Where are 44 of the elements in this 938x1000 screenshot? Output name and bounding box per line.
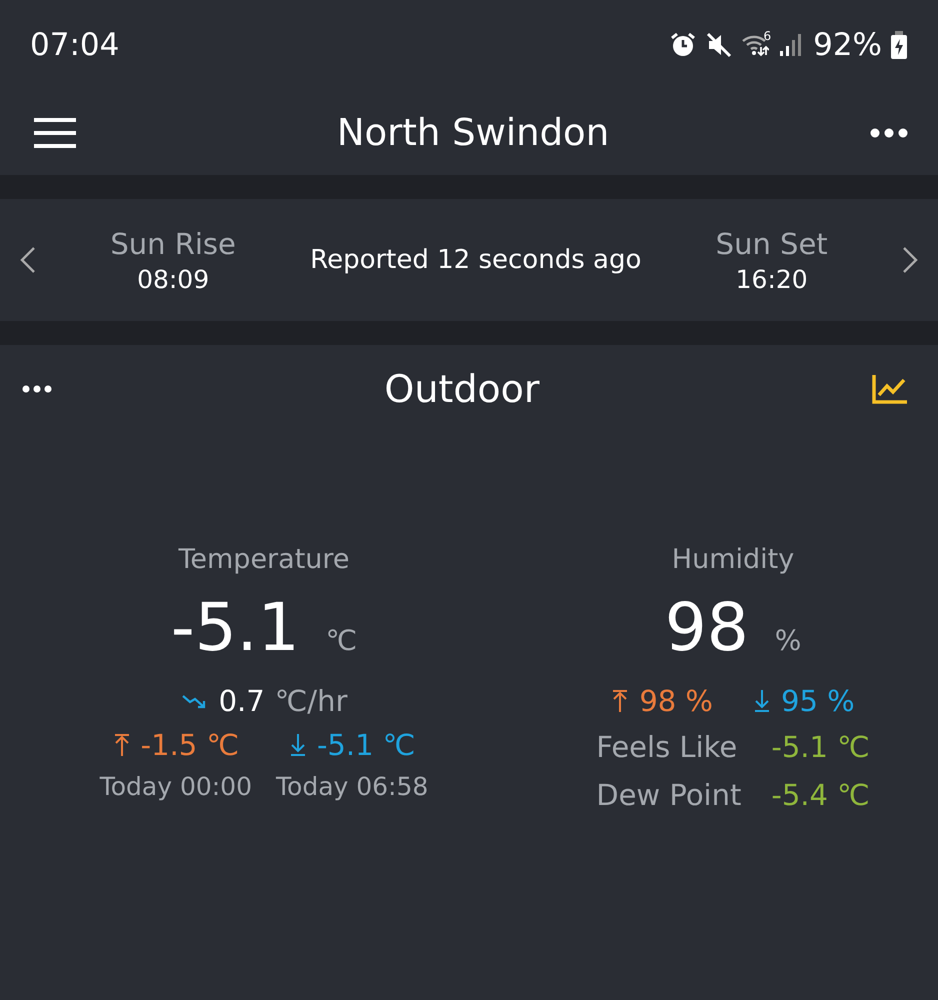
detail-label: Feels Like <box>596 730 738 764</box>
humidity-value: 98 <box>664 589 749 666</box>
report-status: Reported 12 seconds ago <box>310 245 642 275</box>
humidity-unit: % <box>774 624 802 657</box>
temperature-unit: ℃ <box>326 624 358 657</box>
trend-unit: ℃/hr <box>274 684 348 718</box>
min-arrow-icon <box>753 689 771 713</box>
temperature-label: Temperature <box>178 544 350 575</box>
battery-percent: 92% <box>813 27 882 63</box>
wifi-icon <box>741 33 770 57</box>
min-temperature: -5.1 ℃ <box>316 728 416 762</box>
mute-icon <box>705 32 734 58</box>
humidity-label: Humidity <box>672 544 794 575</box>
menu-icon[interactable] <box>34 116 76 148</box>
trend-value: 0.7 <box>218 684 265 718</box>
chevron-right-icon[interactable] <box>902 246 918 274</box>
min-humidity: 95 % <box>781 684 855 718</box>
detail-value: -5.1 ℃ <box>771 730 870 764</box>
min-arrow-icon <box>288 733 307 757</box>
more-icon[interactable] <box>22 385 52 393</box>
sunrise-time: 08:09 <box>137 264 210 294</box>
chart-icon[interactable] <box>872 374 908 404</box>
more-icon[interactable] <box>870 128 908 138</box>
max-humidity: 98 % <box>639 684 713 718</box>
trend-down-icon <box>180 693 207 709</box>
panel-title: Outdoor <box>384 367 540 411</box>
max-time: Today 00:00 <box>100 772 252 801</box>
max-arrow-icon <box>112 733 131 757</box>
chevron-left-icon[interactable] <box>20 246 36 274</box>
location-title: North Swindon <box>336 111 610 154</box>
network-label: 6 <box>763 29 772 43</box>
max-temperature: -1.5 ℃ <box>140 728 240 762</box>
sunrise-label: Sun Rise <box>110 226 236 260</box>
detail-value: -5.4 ℃ <box>771 778 870 812</box>
max-arrow-icon <box>611 689 630 713</box>
sunset-time: 16:20 <box>736 264 808 294</box>
detail-label: Dew Point <box>596 778 742 812</box>
signal-icon <box>779 33 802 57</box>
status-time: 07:04 <box>30 27 120 63</box>
min-time: Today 06:58 <box>276 772 428 801</box>
battery-icon <box>890 31 908 59</box>
alarm-icon <box>669 32 698 58</box>
temperature-value: -5.1 <box>170 589 300 666</box>
sunset-label: Sun Set <box>716 226 828 260</box>
